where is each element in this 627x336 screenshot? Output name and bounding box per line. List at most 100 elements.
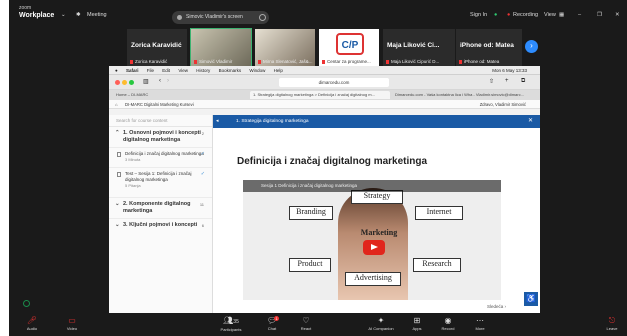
section-2[interactable]: ⌄ 2. Komponente digitalnog marketinga 11: [109, 197, 212, 218]
video-tile-5[interactable]: Maja Liković Ci... Maja Liković Cipurić …: [383, 29, 455, 66]
word-research: Research: [413, 258, 461, 272]
lms-home-icon[interactable]: ⌂: [115, 100, 118, 109]
brand-line2: Workplace: [19, 12, 55, 19]
chat-button[interactable]: 💬︎ Chat 1: [259, 316, 285, 332]
back-icon[interactable]: ‹: [159, 78, 161, 84]
share-pill-label: Simovic Vladimir's screen: [186, 14, 243, 20]
brand-dropdown-icon[interactable]: ⌄: [61, 12, 66, 18]
minimize-icon[interactable]: –: [578, 12, 581, 18]
record-button[interactable]: ◉ Record: [435, 316, 461, 332]
menu-edit[interactable]: Edit: [162, 68, 170, 73]
maximize-icon[interactable]: ❐: [597, 12, 602, 18]
tile-name: Maja Liković Ci...: [387, 42, 440, 49]
sidebar-icon[interactable]: ▥: [143, 78, 149, 85]
menu-bookmarks[interactable]: Bookmarks: [219, 68, 242, 73]
menu-file[interactable]: File: [147, 68, 154, 73]
play-button[interactable]: [363, 240, 385, 255]
lesson-title: Test – Sesija 1: Definicija i značaj dig…: [125, 171, 192, 182]
apple-icon[interactable]: ●: [115, 68, 118, 73]
video-tile-3[interactable]: Mirna Slenatović, Jaš&...: [255, 29, 315, 66]
tile-name: iPhone od: Matea: [460, 42, 514, 49]
shared-screen: ● Safari File Edit View History Bookmark…: [109, 66, 540, 313]
apps-button[interactable]: ⊞ Apps: [404, 316, 430, 332]
menu-view[interactable]: View: [178, 68, 188, 73]
react-label: React: [300, 326, 312, 331]
audio-button[interactable]: 🎤︎ Audio: [19, 316, 45, 332]
menu-safari[interactable]: Safari: [126, 68, 139, 73]
menu-help[interactable]: Help: [274, 68, 283, 73]
security-shield-icon[interactable]: ●: [494, 12, 497, 18]
zoom-window-icon[interactable]: [129, 80, 134, 85]
lms-title[interactable]: DI-MARC Digitalni Marketing Kursevi: [125, 100, 194, 109]
video-player[interactable]: Strategy Branding Internet Marketing Pro…: [243, 180, 501, 300]
section-label: 3. Ključni pojmovi i koncepti: [123, 222, 198, 228]
course-sidebar: Search for course content ⌃ 1. Osnovni p…: [109, 115, 213, 313]
collapse-sidebar-icon[interactable]: ◂: [216, 115, 219, 128]
participants-count: 35: [233, 319, 239, 325]
tab-label: Dimarcedu.com - Vaša kontaktna lica i Wh…: [395, 92, 524, 97]
course-search-input[interactable]: Search for course content: [109, 115, 212, 127]
sparkle-icon: ✦: [377, 316, 385, 325]
video-tile-4[interactable]: C/P Centar za programe...: [319, 29, 379, 66]
tab-home[interactable]: Home – DI-MARC: [113, 91, 248, 99]
next-gallery-button[interactable]: ›: [525, 40, 538, 53]
close-lesson-icon[interactable]: ✕: [528, 115, 533, 128]
menu-history[interactable]: History: [196, 68, 210, 73]
minimize-window-icon[interactable]: [122, 80, 127, 85]
leave-button[interactable]: ⎋ Leave: [599, 316, 625, 332]
tab-lesson[interactable]: 1. Strategija digitalnog marketinga > De…: [250, 91, 390, 99]
signin-link[interactable]: Sign In: [470, 12, 487, 18]
react-button[interactable]: ♡ React: [293, 316, 319, 332]
recording-label[interactable]: Recording: [513, 12, 538, 18]
tab-dimarcedu[interactable]: Dimarcedu.com - Vaša kontaktna lica i Wh…: [392, 91, 536, 99]
chevron-down-icon: ⌄: [115, 222, 120, 228]
chevron-right-icon: ›: [530, 41, 533, 50]
ai-companion-button[interactable]: ✦ AI Companion: [364, 316, 398, 332]
tabs-overview-icon[interactable]: ⧉: [521, 78, 525, 85]
lesson-item-1[interactable]: Definicija i značaj digitalnog marketing…: [109, 147, 212, 167]
chat-label: Chat: [267, 326, 277, 331]
section-1[interactable]: ⌃ 1. Osnovni pojmovi i koncepti digitaln…: [109, 127, 212, 147]
zoom-top-bar: zoom Workplace ⌄ ✱ Meeting Simovic Vladi…: [9, 0, 627, 30]
section-count: 6: [201, 223, 204, 228]
word-strategy: Strategy: [351, 190, 403, 204]
accessibility-icon[interactable]: ♿: [524, 292, 538, 306]
lms-user[interactable]: Zdravo, Vladimir Simović: [480, 100, 526, 109]
video-button[interactable]: ▭ Video: [59, 316, 85, 332]
next-lesson-link[interactable]: Sledeća ›: [487, 304, 506, 309]
view-menu[interactable]: View: [544, 12, 556, 18]
share-icon[interactable]: ⇧: [489, 78, 494, 85]
chevron-right-icon: ›: [504, 304, 507, 309]
gear-icon[interactable]: ✱: [76, 12, 81, 18]
video-tile-2[interactable]: Simović Vladimir: [190, 28, 252, 67]
camera-off-icon: ▭: [68, 316, 76, 325]
chat-icon: 💬︎: [266, 316, 278, 325]
tile-sub: Mirna Slenatović, Jaš&...: [258, 59, 313, 64]
lms-header: ⌂ DI-MARC Digitalni Marketing Kursevi Zd…: [109, 100, 540, 109]
forward-icon[interactable]: ›: [167, 78, 169, 84]
view-grid-icon[interactable]: ▦: [559, 12, 564, 18]
dimarc-logo: C/P: [336, 33, 364, 55]
video-tile-6[interactable]: iPhone od: Matea iPhone od: Matea: [456, 29, 522, 66]
close-icon[interactable]: ✕: [615, 12, 620, 18]
new-tab-icon[interactable]: +: [505, 78, 509, 84]
record-icon: ◉: [444, 316, 452, 325]
video-tile-1[interactable]: Zorica Karavidić Zorica Karavidić: [127, 29, 187, 66]
participants-button[interactable]: 👥︎35 Participants: [214, 316, 248, 333]
section-label: 2. Komponente digitalnog marketinga: [123, 201, 191, 214]
more-button[interactable]: ⋯ More: [467, 316, 493, 332]
word-internet: Internet: [415, 206, 463, 220]
safari-toolbar: ▥ ‹ › dimarcedu.com ⇧ + ⧉: [109, 75, 540, 90]
menu-window[interactable]: Window: [249, 68, 265, 73]
address-bar[interactable]: dimarcedu.com: [279, 78, 389, 87]
lesson-bar-title: 1. Strategija digitalnog marketinga: [236, 119, 309, 124]
tile-name: Zorica Karavidić: [131, 42, 182, 49]
connection-indicator-icon: [23, 300, 30, 307]
audio-label: Audio: [26, 326, 38, 331]
stop-share-icon[interactable]: [259, 14, 266, 21]
video-label: Video: [66, 326, 78, 331]
close-window-icon[interactable]: [115, 80, 120, 85]
lesson-item-2[interactable]: Test – Sesija 1: Definicija i značaj dig…: [109, 167, 212, 193]
section-3[interactable]: ⌄ 3. Ključni pojmovi i koncepti 6: [109, 218, 212, 232]
screen-share-pill[interactable]: Simovic Vladimir's screen: [172, 11, 269, 24]
